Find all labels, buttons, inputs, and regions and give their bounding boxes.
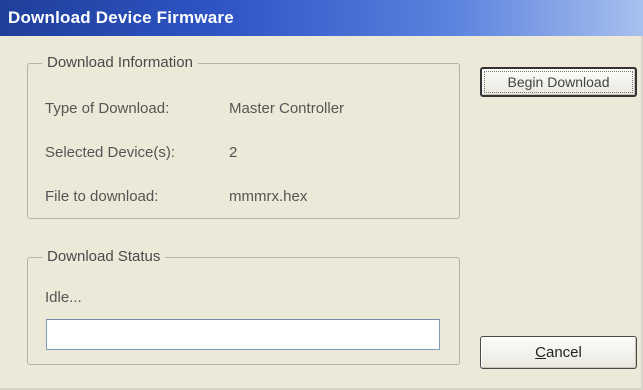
title-bar[interactable]: Download Device Firmware: [0, 0, 643, 36]
type-of-download-label: Type of Download:: [45, 100, 170, 117]
begin-download-label: Begin Download: [484, 71, 633, 93]
begin-download-button[interactable]: Begin Download: [480, 67, 637, 97]
download-status-group: Download Status Idle...: [27, 248, 460, 365]
status-text: Idle...: [45, 289, 82, 306]
cancel-mnemonic: C: [535, 344, 546, 361]
file-to-download-label: File to download:: [45, 188, 159, 205]
window-title: Download Device Firmware: [8, 8, 234, 27]
download-status-legend: Download Status: [42, 248, 166, 265]
download-progress-bar: [46, 319, 440, 350]
download-firmware-dialog: Download Device Firmware Download Inform…: [0, 0, 643, 390]
cancel-label-rest: ancel: [545, 344, 582, 361]
cancel-button[interactable]: Cancel: [480, 336, 637, 369]
download-information-legend: Download Information: [42, 54, 198, 71]
type-of-download-value: Master Controller: [229, 100, 345, 117]
selected-devices-label: Selected Device(s):: [45, 144, 176, 161]
file-to-download-value: mmmrx.hex: [229, 188, 308, 205]
selected-devices-value: 2: [229, 144, 238, 161]
download-information-group: Download Information Type of Download: M…: [27, 54, 460, 219]
